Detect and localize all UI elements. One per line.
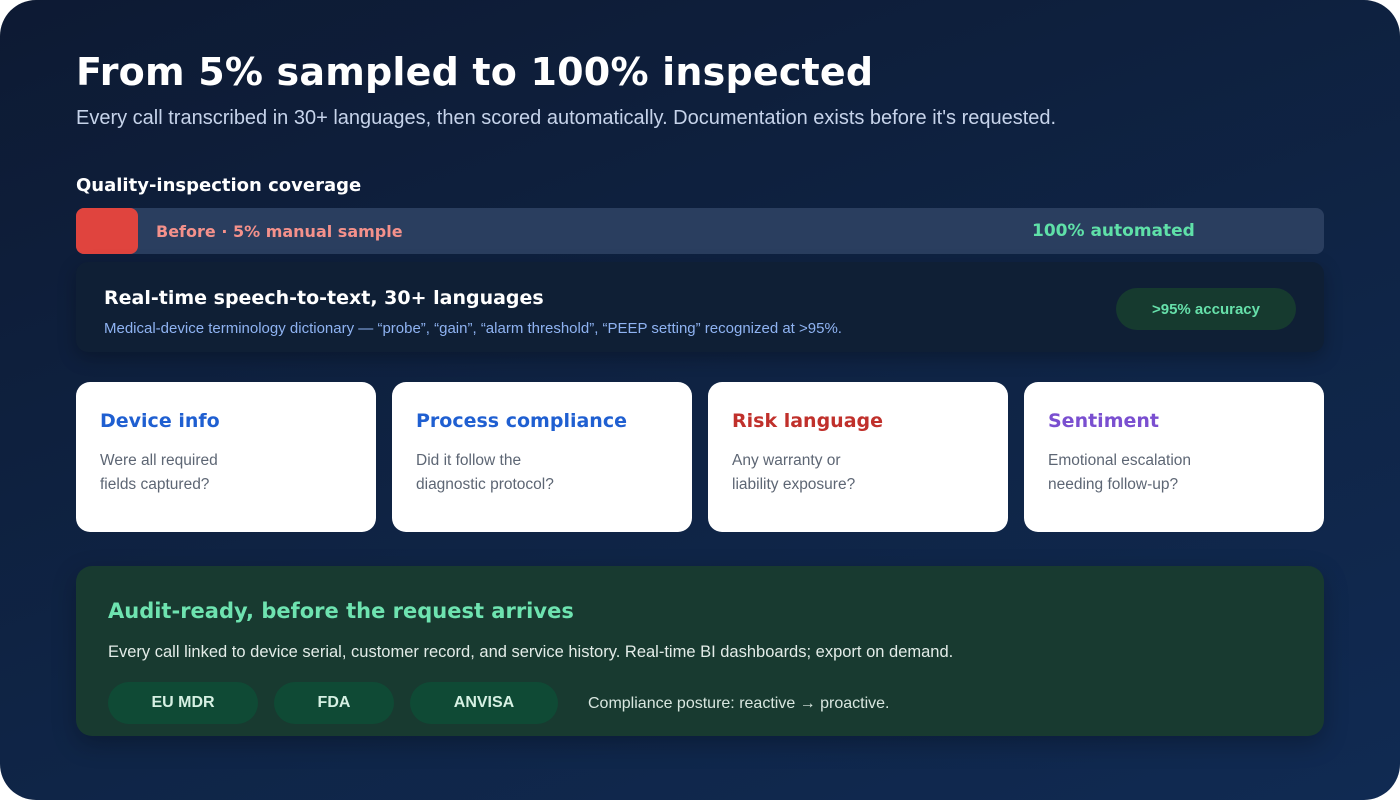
audit-card: Audit-ready, before the request arrives … xyxy=(76,566,1324,736)
page-subtitle: Every call transcribed in 30+ languages,… xyxy=(76,107,1057,129)
criteria-card-description: Were all required fields captured? xyxy=(100,452,218,493)
criteria-card-title: Device info xyxy=(100,410,220,432)
criteria-card-sentiment: Sentiment Emotional escalation needing f… xyxy=(1024,382,1324,532)
criteria-card-process-compliance: Process compliance Did it follow the dia… xyxy=(392,382,692,532)
coverage-after-label: 100% automated xyxy=(1032,221,1195,241)
criteria-card-device-info: Device info Were all required fields cap… xyxy=(76,382,376,532)
criteria-card-description: Did it follow the diagnostic protocol? xyxy=(416,452,554,493)
criteria-card-title: Risk language xyxy=(732,410,883,432)
criteria-card-description: Any warranty or liability exposure? xyxy=(732,452,856,493)
coverage-before-label: Before · 5% manual sample xyxy=(156,222,403,241)
coverage-label: Quality-inspection coverage xyxy=(76,175,362,196)
audit-title: Audit-ready, before the request arrives xyxy=(108,599,574,623)
audit-description: Every call linked to device serial, cust… xyxy=(108,643,954,661)
page-title: From 5% sampled to 100% inspected xyxy=(76,50,874,94)
regulator-badge-eu-mdr: EU MDR xyxy=(108,682,258,724)
compliance-posture: Compliance posture: reactive → proactive… xyxy=(588,695,890,712)
speech-to-text-card: Real-time speech-to-text, 30+ languages … xyxy=(76,262,1324,352)
criteria-card-description: Emotional escalation needing follow-up? xyxy=(1048,452,1192,493)
coverage-bar: Before · 5% manual sample 100% automated xyxy=(76,208,1324,254)
speech-to-text-title: Real-time speech-to-text, 30+ languages xyxy=(104,287,544,309)
coverage-before-fill xyxy=(76,208,138,254)
regulator-badge-fda: FDA xyxy=(274,682,394,724)
criteria-cards: Device info Were all required fields cap… xyxy=(76,382,1324,532)
criteria-card-risk-language: Risk language Any warranty or liability … xyxy=(708,382,1008,532)
speech-to-text-description: Medical-device terminology dictionary — … xyxy=(104,320,842,337)
regulator-badge-anvisa: ANVISA xyxy=(410,682,558,724)
criteria-card-title: Process compliance xyxy=(416,410,627,432)
criteria-card-title: Sentiment xyxy=(1048,410,1159,432)
accuracy-badge: >95% accuracy xyxy=(1116,288,1296,330)
slide-frame: From 5% sampled to 100% inspected Every … xyxy=(0,0,1400,800)
